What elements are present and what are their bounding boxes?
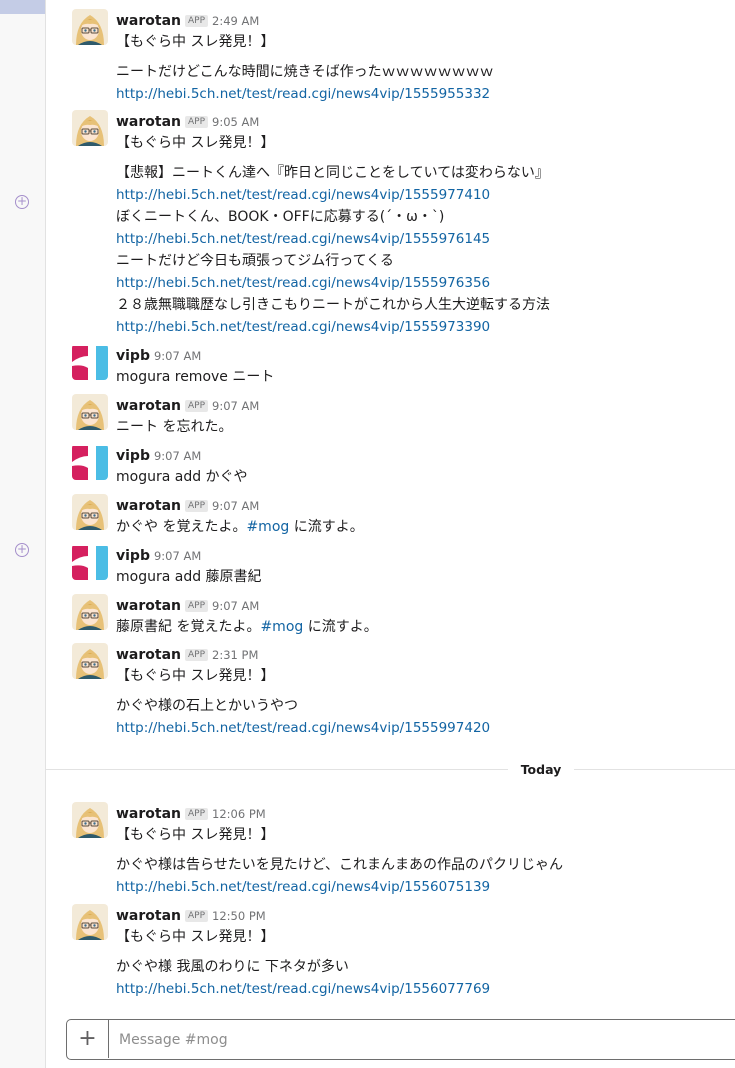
message-title: 【もぐら中 スレ発見！】 xyxy=(116,34,275,50)
message-title: 【もぐら中 スレ発見！】 xyxy=(116,929,275,945)
thread-title: ニートだけどこんな時間に焼きそば作ったｗｗｗｗｗｗｗｗ xyxy=(116,64,494,80)
channel-link[interactable]: #mog xyxy=(260,619,303,635)
app-badge: APP xyxy=(185,400,209,412)
vipb-avatar-icon[interactable] xyxy=(72,544,108,580)
app-badge: APP xyxy=(185,15,209,27)
app-badge: APP xyxy=(185,500,209,512)
author-name[interactable]: vipb xyxy=(116,548,150,564)
thread-title: かぐや様 我風のわりに 下ネタが多い xyxy=(116,959,349,975)
app-badge: APP xyxy=(185,910,209,922)
author-name[interactable]: warotan xyxy=(116,13,181,29)
author-name[interactable]: warotan xyxy=(116,806,181,822)
app-badge: APP xyxy=(185,808,209,820)
message-text: かぐや を覚えたよ。#mog に流すよ。 xyxy=(116,516,716,538)
timestamp[interactable]: 2:49 AM xyxy=(212,14,259,28)
attach-plus-button[interactable]: + xyxy=(67,1020,109,1058)
thread-title: ２８歳無職職歴なし引きこもりニートがこれから人生大逆転する方法 xyxy=(116,297,550,313)
timestamp[interactable]: 12:06 PM xyxy=(212,807,266,821)
thread-link[interactable]: http://hebi.5ch.net/test/read.cgi/news4v… xyxy=(116,83,716,105)
message-composer: + xyxy=(66,1019,735,1060)
timestamp[interactable]: 2:31 PM xyxy=(212,648,258,662)
warotan-avatar-icon[interactable] xyxy=(72,394,108,430)
timestamp[interactable]: 9:07 AM xyxy=(212,499,259,513)
message-text-part: に流すよ。 xyxy=(303,619,378,635)
timestamp[interactable]: 9:05 AM xyxy=(212,115,259,129)
message-title: 【もぐら中 スレ発見！】 xyxy=(116,135,275,151)
author-name[interactable]: vipb xyxy=(116,348,150,364)
selected-row-indicator xyxy=(0,0,45,14)
message-text: mogura remove ニート xyxy=(116,369,275,385)
date-divider-label[interactable]: Today xyxy=(508,760,574,780)
warotan-avatar-icon[interactable] xyxy=(72,494,108,530)
thread-title: 【悲報】ニートくん達へ『昨日と同じことをしていては変わらない』 xyxy=(116,165,549,181)
thread-link[interactable]: http://hebi.5ch.net/test/read.cgi/news4v… xyxy=(116,228,716,250)
timestamp[interactable]: 9:07 AM xyxy=(212,399,259,413)
message-text: mogura add かぐや xyxy=(116,469,248,485)
add-reaction-icon[interactable]: + xyxy=(15,195,29,209)
warotan-avatar-icon[interactable] xyxy=(72,904,108,940)
left-gutter: + + xyxy=(0,0,46,1068)
author-name[interactable]: vipb xyxy=(116,448,150,464)
message-title: 【もぐら中 スレ発見！】 xyxy=(116,827,275,843)
warotan-avatar-icon[interactable] xyxy=(72,802,108,838)
author-name[interactable]: warotan xyxy=(116,598,181,614)
message-title: 【もぐら中 スレ発見！】 xyxy=(116,668,275,684)
warotan-avatar-icon[interactable] xyxy=(72,9,108,45)
thread-link[interactable]: http://hebi.5ch.net/test/read.cgi/news4v… xyxy=(116,272,716,294)
message-text: ニート を忘れた。 xyxy=(116,419,233,435)
vipb-avatar-icon[interactable] xyxy=(72,444,108,480)
author-name[interactable]: warotan xyxy=(116,647,181,663)
message-text-part: かぐや を覚えたよ。 xyxy=(116,519,247,535)
warotan-avatar-icon[interactable] xyxy=(72,643,108,679)
author-name[interactable]: warotan xyxy=(116,114,181,130)
author-name[interactable]: warotan xyxy=(116,398,181,414)
vipb-avatar-icon[interactable] xyxy=(72,344,108,380)
thread-link[interactable]: http://hebi.5ch.net/test/read.cgi/news4v… xyxy=(116,184,716,206)
add-reaction-icon[interactable]: + xyxy=(15,543,29,557)
timestamp[interactable]: 9:07 AM xyxy=(212,599,259,613)
message-text: mogura add 藤原書紀 xyxy=(116,569,262,585)
thread-title: かぐや様は告らせたいを見たけど、これまんまあの作品のパクリじゃん xyxy=(116,857,564,873)
thread-link[interactable]: http://hebi.5ch.net/test/read.cgi/news4v… xyxy=(116,876,716,898)
timestamp[interactable]: 9:07 AM xyxy=(154,349,201,363)
timestamp[interactable]: 12:50 PM xyxy=(212,909,266,923)
warotan-avatar-icon[interactable] xyxy=(72,110,108,146)
thread-title: ニートだけど今日も頑張ってジム行ってくる xyxy=(116,253,394,269)
message-text-part: に流すよ。 xyxy=(289,519,364,535)
date-divider-line xyxy=(46,769,735,770)
timestamp[interactable]: 9:07 AM xyxy=(154,549,201,563)
app-badge: APP xyxy=(185,649,209,661)
thread-link[interactable]: http://hebi.5ch.net/test/read.cgi/news4v… xyxy=(116,316,716,338)
message-input[interactable] xyxy=(117,1020,721,1060)
thread-link[interactable]: http://hebi.5ch.net/test/read.cgi/news4v… xyxy=(116,717,716,739)
app-badge: APP xyxy=(185,600,209,612)
author-name[interactable]: warotan xyxy=(116,498,181,514)
timestamp[interactable]: 9:07 AM xyxy=(154,449,201,463)
thread-link[interactable]: http://hebi.5ch.net/test/read.cgi/news4v… xyxy=(116,978,716,1000)
thread-title: ぼくニートくん、BOOK・OFFに応募する(´・ω・`) xyxy=(116,209,445,225)
channel-link[interactable]: #mog xyxy=(246,519,289,535)
thread-title: かぐや様の石上とかいうやつ xyxy=(116,698,298,714)
message-text-part: 藤原書紀 を覚えたよ。 xyxy=(116,619,261,635)
app-badge: APP xyxy=(185,116,209,128)
warotan-avatar-icon[interactable] xyxy=(72,594,108,630)
message-text: 藤原書紀 を覚えたよ。#mog に流すよ。 xyxy=(116,616,716,638)
author-name[interactable]: warotan xyxy=(116,908,181,924)
